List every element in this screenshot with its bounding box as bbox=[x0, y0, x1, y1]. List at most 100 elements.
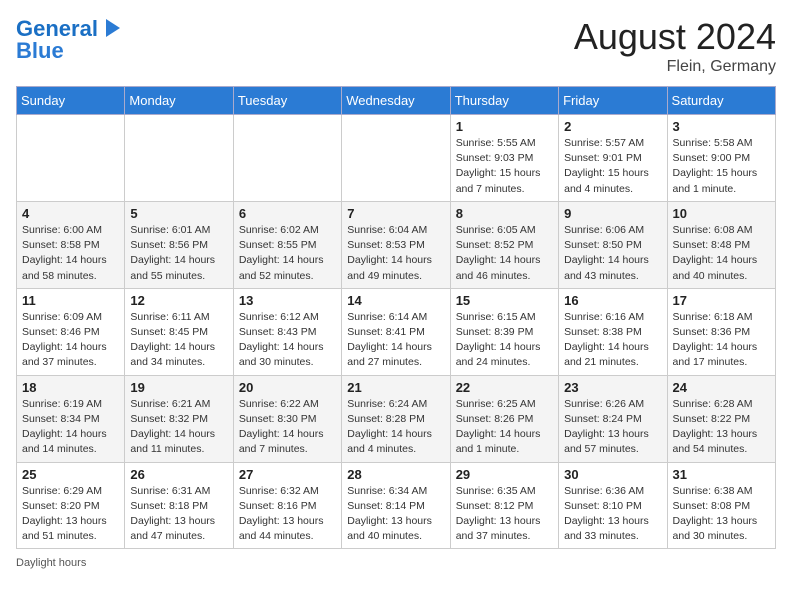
day-info: Sunrise: 6:01 AM Sunset: 8:56 PM Dayligh… bbox=[130, 223, 227, 284]
calendar-cell: 31Sunrise: 6:38 AM Sunset: 8:08 PM Dayli… bbox=[667, 462, 775, 549]
day-info: Sunrise: 6:32 AM Sunset: 8:16 PM Dayligh… bbox=[239, 484, 336, 545]
footer-note: Daylight hours bbox=[16, 557, 776, 569]
day-info: Sunrise: 6:14 AM Sunset: 8:41 PM Dayligh… bbox=[347, 310, 444, 371]
weekday-header-row: SundayMondayTuesdayWednesdayThursdayFrid… bbox=[17, 87, 776, 115]
day-info: Sunrise: 6:26 AM Sunset: 8:24 PM Dayligh… bbox=[564, 397, 661, 458]
calendar-cell: 25 Sunrise: 6:29 AM Sunset: 8:20 PM Dayli… bbox=[17, 462, 125, 549]
day-info: Sunrise: 6:12 AM Sunset: 8:43 PM Dayligh… bbox=[239, 310, 336, 371]
calendar-cell bbox=[17, 115, 125, 202]
logo-triangle-icon bbox=[100, 17, 122, 39]
day-number: 8 bbox=[456, 206, 553, 221]
day-info: Sunrise: 6:36 AM Sunset: 8:10 PM Dayligh… bbox=[564, 484, 661, 545]
day-info: Sunrise: 6:11 AM Sunset: 8:45 PM Dayligh… bbox=[130, 310, 227, 371]
day-info: Sunrise: 6:02 AM Sunset: 8:55 PM Dayligh… bbox=[239, 223, 336, 284]
day-info: Sunrise: 6:29 AM Sunset: 8:20 PM Dayligh… bbox=[22, 484, 119, 545]
calendar-cell: 18 Sunrise: 6:19 AM Sunset: 8:34 PM Dayli… bbox=[17, 375, 125, 462]
calendar-cell: 12 Sunrise: 6:11 AM Sunset: 8:45 PM Dayli… bbox=[125, 288, 233, 375]
calendar-header: SundayMondayTuesdayWednesdayThursdayFrid… bbox=[17, 87, 776, 115]
calendar-cell: 26 Sunrise: 6:31 AM Sunset: 8:18 PM Dayli… bbox=[125, 462, 233, 549]
page-header: General Blue August 2024 Flein, Germany bbox=[16, 16, 776, 76]
day-number: 20 bbox=[239, 380, 336, 395]
calendar-cell: 6 Sunrise: 6:02 AM Sunset: 8:55 PM Daylig… bbox=[233, 201, 341, 288]
day-info: Sunrise: 6:31 AM Sunset: 8:18 PM Dayligh… bbox=[130, 484, 227, 545]
day-info: Sunrise: 6:00 AM Sunset: 8:58 PM Dayligh… bbox=[22, 223, 119, 284]
day-number: 12 bbox=[130, 293, 227, 308]
calendar-cell: 1Sunrise: 5:55 AM Sunset: 9:03 PM Daylig… bbox=[450, 115, 558, 202]
day-number: 2 bbox=[564, 119, 661, 134]
calendar-cell: 2 Sunrise: 5:57 AM Sunset: 9:01 PM Daylig… bbox=[559, 115, 667, 202]
day-number: 16 bbox=[564, 293, 661, 308]
weekday-header-monday: Monday bbox=[125, 87, 233, 115]
weekday-header-tuesday: Tuesday bbox=[233, 87, 341, 115]
weekday-header-sunday: Sunday bbox=[17, 87, 125, 115]
calendar-cell: 8 Sunrise: 6:05 AM Sunset: 8:52 PM Daylig… bbox=[450, 201, 558, 288]
calendar-cell: 15Sunrise: 6:15 AM Sunset: 8:39 PM Dayli… bbox=[450, 288, 558, 375]
day-number: 24 bbox=[673, 380, 770, 395]
day-info: Sunrise: 6:04 AM Sunset: 8:53 PM Dayligh… bbox=[347, 223, 444, 284]
calendar-cell: 17Sunrise: 6:18 AM Sunset: 8:36 PM Dayli… bbox=[667, 288, 775, 375]
day-number: 28 bbox=[347, 467, 444, 482]
calendar-subtitle: Flein, Germany bbox=[574, 58, 776, 76]
calendar-cell bbox=[233, 115, 341, 202]
calendar-cell: 4 Sunrise: 6:00 AM Sunset: 8:58 PM Daylig… bbox=[17, 201, 125, 288]
day-number: 19 bbox=[130, 380, 227, 395]
calendar-cell: 28 Sunrise: 6:34 AM Sunset: 8:14 PM Dayli… bbox=[342, 462, 450, 549]
day-info: Sunrise: 6:08 AM Sunset: 8:48 PM Dayligh… bbox=[673, 223, 770, 284]
day-info: Sunrise: 6:05 AM Sunset: 8:52 PM Dayligh… bbox=[456, 223, 553, 284]
day-number: 15 bbox=[456, 293, 553, 308]
day-number: 14 bbox=[347, 293, 444, 308]
calendar-cell: 10Sunrise: 6:08 AM Sunset: 8:48 PM Dayli… bbox=[667, 201, 775, 288]
calendar-table: SundayMondayTuesdayWednesdayThursdayFrid… bbox=[16, 86, 776, 549]
weekday-header-friday: Friday bbox=[559, 87, 667, 115]
day-info: Sunrise: 6:09 AM Sunset: 8:46 PM Dayligh… bbox=[22, 310, 119, 371]
calendar-cell: 16 Sunrise: 6:16 AM Sunset: 8:38 PM Dayli… bbox=[559, 288, 667, 375]
calendar-cell: 24 Sunrise: 6:28 AM Sunset: 8:22 PM Dayli… bbox=[667, 375, 775, 462]
day-number: 6 bbox=[239, 206, 336, 221]
day-info: Sunrise: 6:16 AM Sunset: 8:38 PM Dayligh… bbox=[564, 310, 661, 371]
weekday-header-wednesday: Wednesday bbox=[342, 87, 450, 115]
calendar-week-2: 4 Sunrise: 6:00 AM Sunset: 8:58 PM Daylig… bbox=[17, 201, 776, 288]
day-number: 21 bbox=[347, 380, 444, 395]
day-number: 27 bbox=[239, 467, 336, 482]
day-number: 30 bbox=[564, 467, 661, 482]
day-number: 7 bbox=[347, 206, 444, 221]
calendar-cell: 21 Sunrise: 6:24 AM Sunset: 8:28 PM Dayli… bbox=[342, 375, 450, 462]
calendar-cell: 19 Sunrise: 6:21 AM Sunset: 8:32 PM Dayli… bbox=[125, 375, 233, 462]
day-info: Sunrise: 6:19 AM Sunset: 8:34 PM Dayligh… bbox=[22, 397, 119, 458]
day-info: Sunrise: 5:57 AM Sunset: 9:01 PM Dayligh… bbox=[564, 136, 661, 197]
calendar-week-1: 1Sunrise: 5:55 AM Sunset: 9:03 PM Daylig… bbox=[17, 115, 776, 202]
calendar-cell bbox=[342, 115, 450, 202]
logo-blue-text: Blue bbox=[16, 38, 64, 64]
day-info: Sunrise: 5:55 AM Sunset: 9:03 PM Dayligh… bbox=[456, 136, 553, 197]
day-number: 25 bbox=[22, 467, 119, 482]
day-info: Sunrise: 6:34 AM Sunset: 8:14 PM Dayligh… bbox=[347, 484, 444, 545]
calendar-cell: 9 Sunrise: 6:06 AM Sunset: 8:50 PM Daylig… bbox=[559, 201, 667, 288]
day-info: Sunrise: 5:58 AM Sunset: 9:00 PM Dayligh… bbox=[673, 136, 770, 197]
logo: General Blue bbox=[16, 16, 122, 64]
calendar-cell: 22 Sunrise: 6:25 AM Sunset: 8:26 PM Dayli… bbox=[450, 375, 558, 462]
calendar-cell: 23 Sunrise: 6:26 AM Sunset: 8:24 PM Dayli… bbox=[559, 375, 667, 462]
day-number: 31 bbox=[673, 467, 770, 482]
day-info: Sunrise: 6:21 AM Sunset: 8:32 PM Dayligh… bbox=[130, 397, 227, 458]
day-number: 5 bbox=[130, 206, 227, 221]
calendar-cell: 27 Sunrise: 6:32 AM Sunset: 8:16 PM Dayli… bbox=[233, 462, 341, 549]
calendar-cell: 7 Sunrise: 6:04 AM Sunset: 8:53 PM Daylig… bbox=[342, 201, 450, 288]
title-block: August 2024 Flein, Germany bbox=[574, 16, 776, 76]
calendar-cell bbox=[125, 115, 233, 202]
day-number: 9 bbox=[564, 206, 661, 221]
day-info: Sunrise: 6:06 AM Sunset: 8:50 PM Dayligh… bbox=[564, 223, 661, 284]
day-info: Sunrise: 6:28 AM Sunset: 8:22 PM Dayligh… bbox=[673, 397, 770, 458]
calendar-cell: 13Sunrise: 6:12 AM Sunset: 8:43 PM Dayli… bbox=[233, 288, 341, 375]
day-info: Sunrise: 6:25 AM Sunset: 8:26 PM Dayligh… bbox=[456, 397, 553, 458]
day-number: 4 bbox=[22, 206, 119, 221]
calendar-cell: 29Sunrise: 6:35 AM Sunset: 8:12 PM Dayli… bbox=[450, 462, 558, 549]
day-number: 23 bbox=[564, 380, 661, 395]
calendar-week-4: 18 Sunrise: 6:19 AM Sunset: 8:34 PM Dayli… bbox=[17, 375, 776, 462]
calendar-body: 1Sunrise: 5:55 AM Sunset: 9:03 PM Daylig… bbox=[17, 115, 776, 549]
calendar-cell: 20Sunrise: 6:22 AM Sunset: 8:30 PM Dayli… bbox=[233, 375, 341, 462]
day-number: 18 bbox=[22, 380, 119, 395]
day-number: 26 bbox=[130, 467, 227, 482]
day-info: Sunrise: 6:18 AM Sunset: 8:36 PM Dayligh… bbox=[673, 310, 770, 371]
day-number: 22 bbox=[456, 380, 553, 395]
day-info: Sunrise: 6:24 AM Sunset: 8:28 PM Dayligh… bbox=[347, 397, 444, 458]
